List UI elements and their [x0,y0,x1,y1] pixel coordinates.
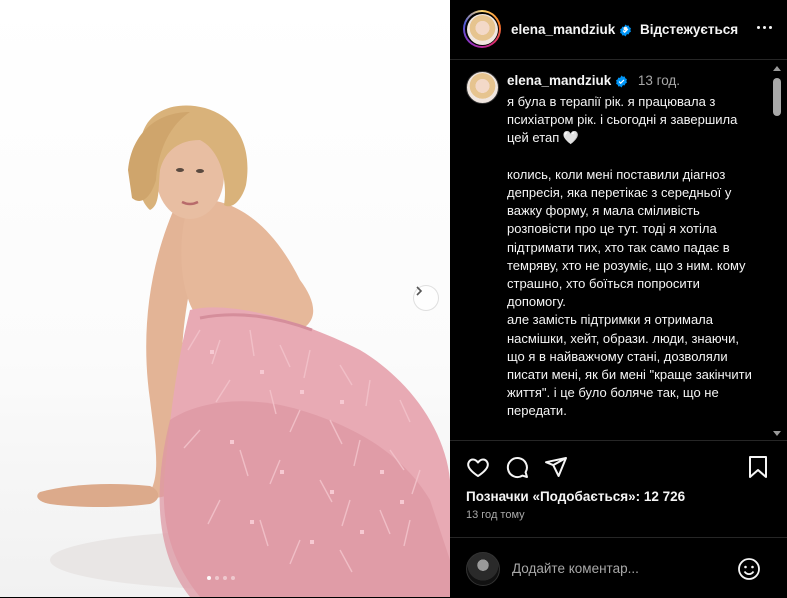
post-actions: Позначки «Подобається»: 12 726 13 год то… [450,440,787,541]
scroll-thumb[interactable] [773,78,781,116]
likes-count[interactable]: Позначки «Подобається»: 12 726 [466,489,685,504]
bookmark-icon[interactable] [747,455,769,484]
caption-avatar[interactable] [466,71,499,104]
caption-area: elena_mandziuk 13 год. я була в терапії … [450,60,787,440]
scroll-down-arrow[interactable] [773,431,781,436]
chevron-right-icon [416,286,423,296]
post-photo [0,0,450,597]
current-user-avatar [466,552,500,586]
comment-input[interactable] [510,560,734,577]
more-options-icon[interactable] [757,26,772,29]
author-avatar[interactable] [463,10,501,48]
post-side-panel: elena_mandziuk • Відстежується elena_man… [450,0,787,597]
comment-bubble-icon[interactable] [505,455,529,484]
author-username[interactable]: elena_mandziuk [511,22,632,37]
following-button[interactable]: Відстежується [640,22,738,37]
emoji-smile-icon[interactable] [737,557,761,586]
caption-time: 13 год. [637,73,681,88]
username-text[interactable]: elena_mandziuk [511,22,615,37]
post-header: elena_mandziuk • Відстежується [450,0,787,60]
next-photo-button[interactable] [413,285,439,311]
carousel-dot [215,576,219,580]
caption-text: я була в терапії рік. я працювала з псих… [507,94,752,440]
carousel-dots [207,576,235,580]
caption-header: elena_mandziuk 13 год. [507,73,680,88]
paper-plane-icon[interactable] [544,455,568,484]
carousel-dot [231,576,235,580]
header-separator: • [623,20,628,36]
avatar-image [466,13,498,45]
heart-icon[interactable] [466,455,490,484]
caption-username[interactable]: elena_mandziuk [507,73,611,88]
add-comment-bar [450,537,787,598]
carousel-dot [207,576,211,580]
carousel-dot [223,576,227,580]
caption-scrollbar[interactable] [770,62,784,440]
scroll-up-arrow[interactable] [773,66,781,71]
photo-image [37,105,450,597]
post-timestamp[interactable]: 13 год тому [466,509,525,521]
verified-badge-icon [616,75,627,88]
